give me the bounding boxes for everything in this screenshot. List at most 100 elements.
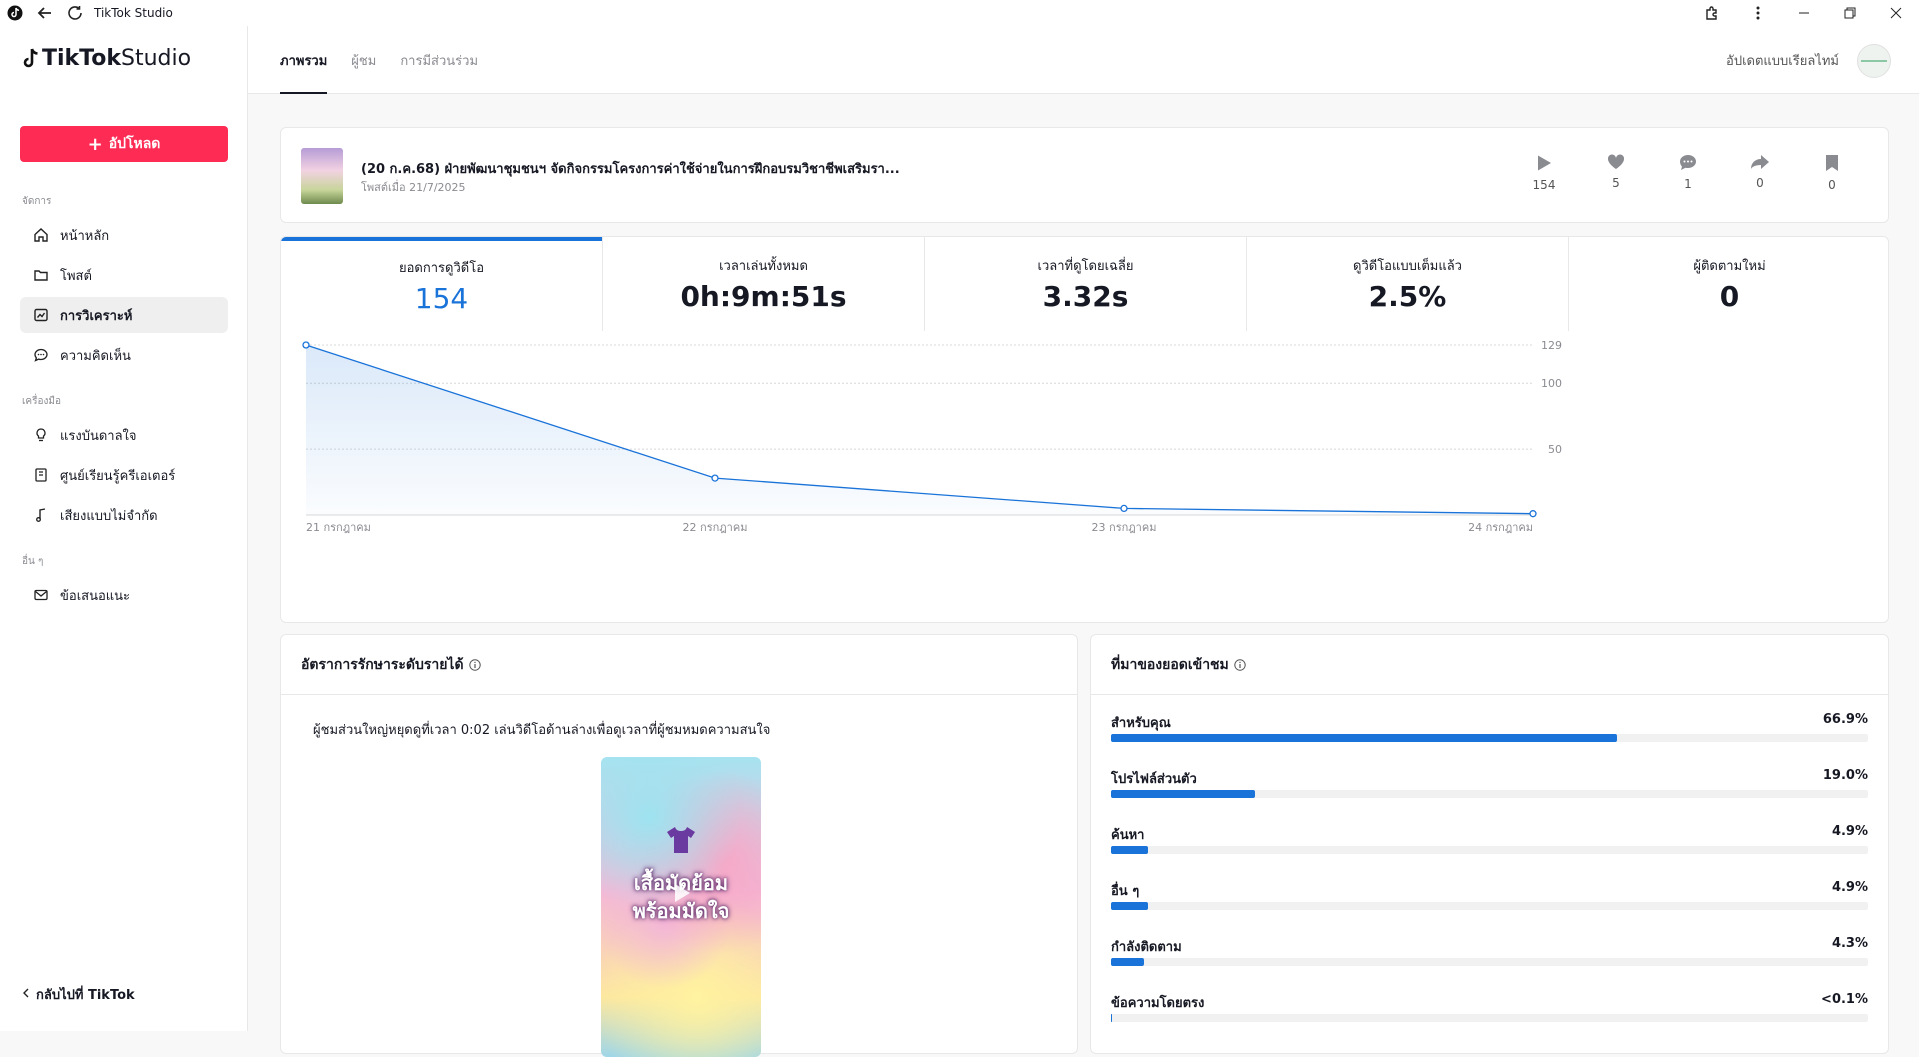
tiktok-studio-logo[interactable]: TikTok Studio [20, 46, 191, 71]
traffic-bar-fill [1111, 1014, 1112, 1022]
post-thumbnail[interactable] [301, 148, 343, 204]
back-label: กลับไปที่ TikTok [36, 988, 135, 1003]
page-header: ภาพรวม ผู้ชม การมีส่วนร่วม อัปเดตแบบเรีย… [248, 26, 1919, 94]
traffic-source-label: สำหรับคุณ [1111, 716, 1171, 731]
metric-watched-full-video[interactable]: ดูวิดีโอแบบเต็มแล้ว 2.5% [1246, 237, 1568, 331]
tab-overview[interactable]: ภาพรวม [280, 26, 328, 94]
shirt-icon [667, 827, 695, 853]
more-options-icon[interactable] [1735, 0, 1781, 26]
retention-title: อัตราการรักษาระดับรายได้ [301, 656, 464, 673]
heart-icon [1607, 154, 1625, 169]
metric-label: ผู้ติดตามใหม่ [1693, 259, 1766, 274]
traffic-source-row: โปรไฟล์ส่วนตัว 19.0% [1111, 768, 1868, 798]
sidebar-item-comments[interactable]: ความคิดเห็น [20, 337, 228, 373]
bookmark-icon [1826, 155, 1838, 171]
traffic-source-percent: <0.1% [1821, 992, 1868, 1007]
back-arrow-icon[interactable] [30, 0, 60, 26]
traffic-bar-track [1111, 902, 1868, 910]
traffic-title: ที่มาของยอดเข้าชม [1111, 656, 1229, 673]
section-label-other: อื่น ๆ [22, 556, 44, 567]
upload-button[interactable]: + อัปโหลด [20, 126, 228, 162]
metric-value: 3.32s [1042, 280, 1129, 313]
info-icon[interactable] [468, 658, 481, 671]
sidebar-item-home[interactable]: หน้าหลัก [20, 217, 228, 253]
traffic-source-label: อื่น ๆ [1111, 884, 1140, 899]
metric-value: 0 [1719, 280, 1740, 313]
play-icon [1538, 155, 1551, 171]
data-point [1120, 504, 1128, 513]
views-stat: 154 [1508, 154, 1580, 192]
refresh-icon[interactable] [60, 0, 90, 26]
retention-video-player[interactable]: เสื้อมัดย้อม พร้อมมัดใจ [601, 757, 761, 1057]
y-tick-label: 129 [1541, 339, 1562, 352]
post-date: โพสต์เมื่อ 21/7/2025 [361, 181, 466, 194]
sidebar-item-label: การวิเคราะห์ [60, 308, 133, 324]
plus-icon: + [87, 133, 103, 155]
window-title: TikTok Studio [94, 6, 173, 20]
post-stats: 154 5 1 0 0 [1508, 154, 1868, 192]
metric-value: 2.5% [1368, 280, 1447, 313]
tab-viewers[interactable]: ผู้ชม [351, 26, 376, 94]
sidebar-item-feedback[interactable]: ข้อเสนอแนะ [20, 577, 228, 613]
metric-label: ดูวิดีโอแบบเต็มแล้ว [1353, 259, 1462, 274]
upload-label: อัปโหลด [108, 136, 161, 152]
traffic-source-percent: 4.9% [1831, 880, 1868, 895]
data-point [302, 341, 310, 349]
y-tick-label: 100 [1541, 377, 1562, 390]
minimize-icon[interactable] [1781, 0, 1827, 26]
extension-icon[interactable] [1689, 0, 1735, 26]
avatar[interactable] [1857, 44, 1891, 78]
traffic-bar-track [1111, 958, 1868, 966]
shares-stat: 0 [1724, 154, 1796, 192]
traffic-source-row: สำหรับคุณ 66.9% [1111, 712, 1868, 742]
x-tick-label: 21 กรกฎาคม [306, 521, 371, 534]
metric-new-followers[interactable]: ผู้ติดตามใหม่ 0 [1568, 237, 1888, 331]
back-to-tiktok-link[interactable]: กลับไปที่ TikTok [22, 984, 135, 1005]
traffic-bar-fill [1111, 902, 1149, 910]
metric-label: เวลาที่ดูโดยเฉลี่ย [1037, 259, 1134, 274]
metric-row: ยอดการดูวิดีโอ 154 เวลาเล่นทั้งหมด 0h:9m… [281, 237, 1888, 331]
play-button-icon[interactable] [669, 881, 693, 905]
metric-video-views[interactable]: ยอดการดูวิดีโอ 154 [281, 237, 602, 331]
metric-value: 154 [414, 282, 469, 315]
saves-stat: 0 [1796, 154, 1868, 192]
traffic-source-percent: 4.3% [1831, 936, 1868, 951]
analytics-icon [32, 306, 50, 324]
traffic-source-row: ค้นหา 4.9% [1111, 824, 1868, 854]
info-icon[interactable] [1234, 658, 1246, 671]
retention-header: อัตราการรักษาระดับรายได้ [281, 635, 1077, 695]
tab-engagement[interactable]: การมีส่วนร่วม [400, 26, 478, 94]
metrics-chart-card: ยอดการดูวิดีโอ 154 เวลาเล่นทั้งหมด 0h:9m… [280, 236, 1889, 623]
sidebar-item-creator-academy[interactable]: ศูนย์เรียนรู้ครีเอเตอร์ [20, 457, 228, 493]
close-icon[interactable] [1873, 0, 1919, 26]
post-summary-card: (20 ก.ค.68) ฝ่ายพัฒนาชุมชนฯ จัดกิจกรรมโค… [280, 127, 1889, 223]
sidebar-item-posts[interactable]: โพสต์ [20, 257, 228, 293]
sidebar-item-unlimited-sounds[interactable]: เสียงแบบไม่จำกัด [20, 497, 228, 533]
logo-tiktok-text: TikTok [42, 46, 122, 71]
sidebar-item-inspiration[interactable]: แรงบันดาลใจ [20, 417, 228, 453]
sidebar-item-label: ศูนย์เรียนรู้ครีเอเตอร์ [60, 468, 176, 484]
traffic-bar-fill [1111, 734, 1618, 742]
x-tick-label: 24 กรกฎาคม [1468, 521, 1533, 534]
chevron-left-icon [22, 987, 30, 1002]
tab-bar: ภาพรวม ผู้ชม การมีส่วนร่วม [280, 26, 502, 94]
logo-studio-text: Studio [121, 46, 192, 71]
section-label-tools: เครื่องมือ [22, 396, 61, 407]
comment-bubble-icon [1680, 155, 1696, 170]
metric-value: 0h:9m:51s [680, 280, 847, 313]
sidebar-item-label: หน้าหลัก [60, 228, 110, 244]
sidebar-item-analytics[interactable]: การวิเคราะห์ [20, 297, 228, 333]
retention-card: อัตราการรักษาระดับรายได้ ผู้ชมส่วนใหญ่หย… [280, 634, 1078, 1057]
restore-icon[interactable] [1827, 0, 1873, 26]
traffic-bar-fill [1111, 790, 1255, 798]
metric-average-watch-time[interactable]: เวลาที่ดูโดยเฉลี่ย 3.32s [924, 237, 1246, 331]
x-tick-label: 23 กรกฎาคม [1092, 521, 1157, 534]
home-icon [32, 226, 50, 244]
metric-total-play-time[interactable]: เวลาเล่นทั้งหมด 0h:9m:51s [602, 237, 924, 331]
traffic-source-row: กำลังติดตาม 4.3% [1111, 936, 1868, 966]
metric-label: ยอดการดูวิดีโอ [399, 261, 484, 276]
comment-icon [32, 346, 50, 364]
tiktok-note-icon [23, 48, 38, 67]
traffic-source-percent: 66.9% [1822, 712, 1868, 727]
traffic-source-percent: 4.9% [1831, 824, 1868, 839]
